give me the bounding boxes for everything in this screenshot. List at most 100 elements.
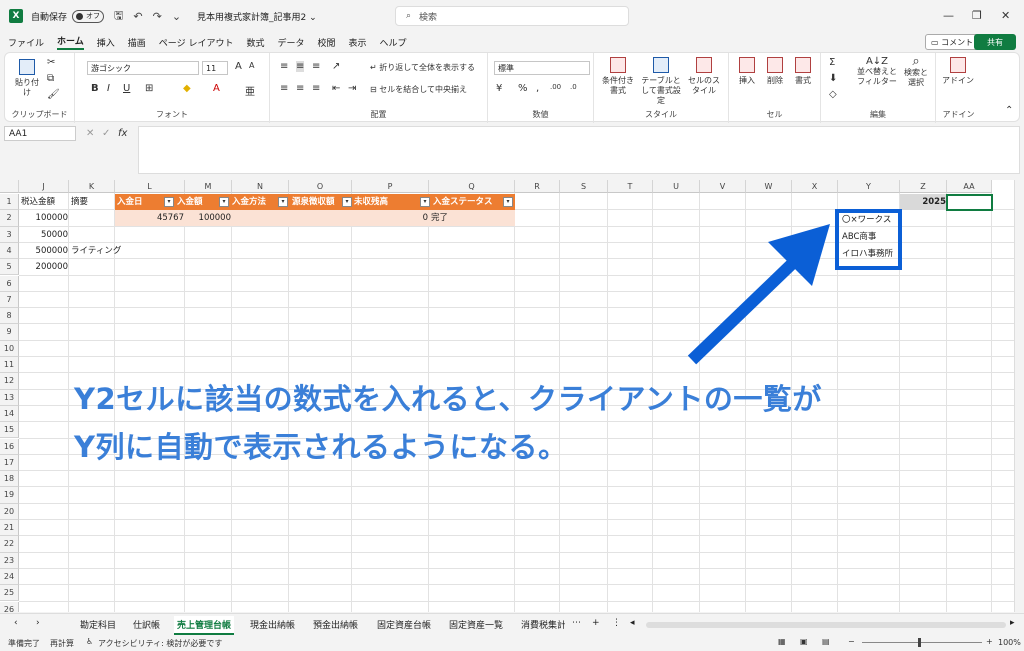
- restore-icon[interactable]: ❐: [972, 9, 982, 22]
- wrap-text-button[interactable]: ↵ 折り返して全体を表示する: [370, 63, 475, 73]
- delete-cells-button[interactable]: 削除: [763, 57, 787, 86]
- vertical-scrollbar[interactable]: [1014, 180, 1024, 612]
- tab-options-icon[interactable]: ⋮: [612, 618, 621, 628]
- row-header[interactable]: 20: [0, 503, 19, 520]
- row-header[interactable]: 21: [0, 520, 19, 537]
- status-accessibility[interactable]: アクセシビリティ: 検討が必要です: [98, 638, 222, 649]
- row-header[interactable]: 13: [0, 389, 19, 406]
- row-header[interactable]: 18: [0, 471, 19, 488]
- hscroll-left-icon[interactable]: ◂: [630, 618, 635, 628]
- column-header[interactable]: AA: [947, 180, 992, 193]
- page-layout-view-icon[interactable]: ▣: [800, 637, 808, 646]
- outdent-icon[interactable]: ⇥: [348, 83, 356, 94]
- filter-dropdown-icon[interactable]: ▾: [164, 197, 174, 207]
- cell-j3[interactable]: 50000: [21, 227, 71, 243]
- autosave-toggle[interactable]: オフ: [72, 9, 105, 23]
- document-title[interactable]: 見本用複式家計簿_記事用2 ⌄: [197, 10, 317, 23]
- cell-k4[interactable]: ライティング: [71, 243, 151, 259]
- cell-j5[interactable]: 200000: [21, 259, 71, 275]
- tab-view[interactable]: 表示: [349, 36, 367, 49]
- number-format-select[interactable]: 標準: [494, 61, 590, 75]
- scroll-tabs-left-icon[interactable]: ‹: [14, 618, 18, 628]
- name-box[interactable]: AA1: [4, 126, 76, 141]
- client-cell[interactable]: 〇×ワークス: [842, 213, 891, 225]
- close-icon[interactable]: ✕: [1001, 9, 1010, 22]
- format-as-table-button[interactable]: テーブルとして書式設定: [640, 57, 682, 106]
- row-header[interactable]: 22: [0, 536, 19, 553]
- currency-icon[interactable]: ¥: [496, 83, 502, 94]
- align-right-icon[interactable]: ≡: [312, 83, 320, 94]
- bold-icon[interactable]: B: [91, 83, 99, 94]
- save-icon[interactable]: 🖫: [114, 7, 123, 26]
- cell-l2[interactable]: 45767: [117, 210, 187, 226]
- column-header[interactable]: Z: [900, 180, 947, 193]
- conditional-format-button[interactable]: 条件付き書式: [600, 57, 636, 96]
- tab-formulas[interactable]: 数式: [246, 36, 264, 49]
- cell-j4[interactable]: 500000: [21, 243, 71, 259]
- row-header[interactable]: 11: [0, 357, 19, 374]
- column-header[interactable]: O: [289, 180, 352, 193]
- zoom-slider[interactable]: [862, 642, 982, 643]
- tab-review[interactable]: 校閲: [318, 36, 336, 49]
- zoom-thumb[interactable]: [918, 638, 921, 647]
- client-cell[interactable]: イロハ事務所: [842, 247, 893, 259]
- search-input[interactable]: ⌕ 検索: [395, 6, 629, 26]
- row-header[interactable]: 3: [0, 226, 19, 243]
- sheet-tab[interactable]: 預金出納帳: [313, 618, 358, 631]
- row-header[interactable]: 17: [0, 454, 19, 472]
- row-header[interactable]: 2: [0, 210, 19, 227]
- cut-icon[interactable]: ✂: [47, 57, 55, 68]
- row-header[interactable]: 10: [0, 340, 19, 357]
- row-header[interactable]: 19: [0, 487, 19, 504]
- column-header[interactable]: S: [560, 180, 608, 193]
- percent-icon[interactable]: %: [518, 83, 528, 94]
- zoom-in-icon[interactable]: +: [986, 637, 993, 646]
- cell-p2[interactable]: 0: [354, 210, 431, 226]
- row-header[interactable]: 14: [0, 405, 19, 423]
- row-header[interactable]: 4: [0, 242, 19, 260]
- cell-q2[interactable]: 完了: [431, 210, 491, 226]
- minimize-icon[interactable]: —: [943, 9, 954, 22]
- column-header[interactable]: Y: [838, 180, 900, 193]
- merge-center-button[interactable]: ⊟ セルを結合して中央揃え: [370, 85, 467, 95]
- column-header[interactable]: P: [352, 180, 429, 193]
- paste-button[interactable]: 貼り付け: [13, 59, 41, 98]
- enter-icon[interactable]: ✓: [102, 128, 110, 139]
- row-header[interactable]: 23: [0, 552, 19, 569]
- cell-styles-button[interactable]: セルのスタイル: [686, 57, 722, 96]
- row-header[interactable]: 8: [0, 308, 19, 325]
- sheet-tab[interactable]: 勘定科目: [80, 618, 116, 631]
- redo-icon[interactable]: ↷: [153, 10, 162, 23]
- sheet-tab[interactable]: 仕訳帳: [133, 618, 160, 631]
- filter-dropdown-icon[interactable]: ▾: [503, 197, 513, 207]
- horizontal-scrollbar[interactable]: [646, 622, 1006, 628]
- underline-icon[interactable]: U: [123, 83, 130, 94]
- filter-dropdown-icon[interactable]: ▾: [219, 197, 229, 207]
- find-select-button[interactable]: ⌕ 検索と選択: [901, 55, 931, 88]
- tab-draw[interactable]: 描画: [128, 36, 146, 49]
- increase-decimal-icon[interactable]: .00: [550, 83, 561, 91]
- copy-icon[interactable]: ⧉: [47, 73, 54, 84]
- comma-icon[interactable]: ,: [536, 83, 539, 94]
- row-header[interactable]: 6: [0, 275, 19, 292]
- border-icon[interactable]: ⊞: [145, 83, 153, 94]
- align-center-icon[interactable]: ≡: [296, 83, 304, 94]
- column-header[interactable]: L: [115, 180, 185, 193]
- comment-button[interactable]: ▭ コメント: [925, 34, 980, 50]
- status-recalc[interactable]: 再計算: [50, 638, 74, 649]
- italic-icon[interactable]: I: [107, 83, 110, 94]
- active-cell-aa1[interactable]: [946, 194, 993, 211]
- tab-data[interactable]: データ: [277, 36, 304, 49]
- indent-icon[interactable]: ⇤: [332, 83, 340, 94]
- sheet-tab[interactable]: 現金出納帳: [250, 618, 295, 631]
- column-header[interactable]: T: [608, 180, 653, 193]
- tab-home[interactable]: ホーム: [57, 34, 84, 50]
- align-middle-icon[interactable]: ≡: [296, 61, 305, 72]
- tab-page-layout[interactable]: ページ レイアウト: [159, 36, 234, 49]
- filter-dropdown-icon[interactable]: ▾: [420, 197, 430, 207]
- grow-font-icon[interactable]: A: [235, 61, 242, 72]
- sheet-tab[interactable]: 固定資産台帳: [377, 618, 431, 631]
- row-header[interactable]: 25: [0, 585, 19, 602]
- autosum-icon[interactable]: Σ: [829, 57, 835, 68]
- column-header[interactable]: X: [792, 180, 838, 193]
